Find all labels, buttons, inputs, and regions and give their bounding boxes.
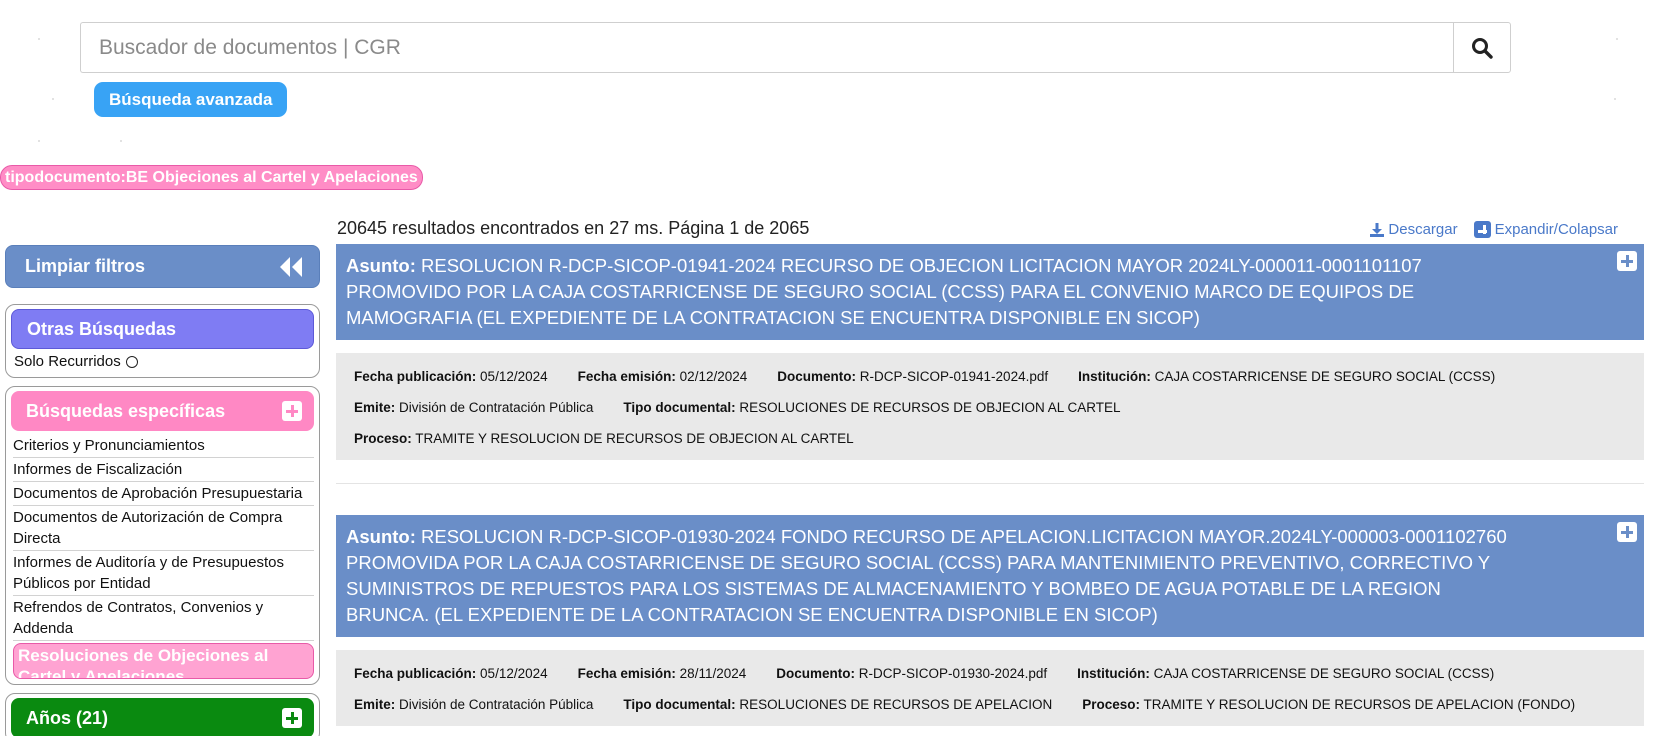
download-link[interactable]: Descargar: [1370, 221, 1458, 238]
tipo-documental: Tipo documental: RESOLUCIONES DE RECURSO…: [623, 697, 1053, 712]
plus-icon[interactable]: [1617, 251, 1637, 271]
list-item[interactable]: Informes de Auditoría y de Presupuestos …: [13, 551, 314, 596]
decor-dot: [38, 140, 40, 142]
anos-header[interactable]: Años (21): [11, 698, 314, 736]
plus-icon[interactable]: [1617, 522, 1637, 542]
busquedas-especificas-panel: Búsquedas específicas Criterios y Pronun…: [5, 386, 320, 685]
institucion: Institución: CAJA COSTARRICENSE DE SEGUR…: [1078, 369, 1496, 384]
proceso: Proceso: TRAMITE Y RESOLUCION DE RECURSO…: [1082, 697, 1576, 712]
list-item[interactable]: Criterios y Pronunciamientos: [13, 434, 314, 458]
download-icon: [1370, 222, 1385, 237]
result-card: Asunto: RESOLUCION R-DCP-SICOP-01930-202…: [336, 515, 1644, 726]
decor-dot: [52, 98, 54, 100]
documento: Documento: R-DCP-SICOP-01941-2024.pdf: [777, 369, 1049, 384]
expand-collapse-link[interactable]: Expandir/Colapsar: [1473, 221, 1618, 238]
institucion: Institución: CAJA COSTARRICENSE DE SEGUR…: [1077, 666, 1495, 681]
list-item-active[interactable]: Resoluciones de Objeciones al Cartel y A…: [13, 643, 314, 679]
download-label: Descargar: [1388, 221, 1458, 238]
advanced-search-button[interactable]: Búsqueda avanzada: [94, 82, 288, 117]
proceso: Proceso: TRAMITE Y RESOLUCION DE RECURSO…: [354, 431, 854, 446]
busquedas-especificas-title: Búsquedas específicas: [26, 400, 226, 421]
results-actions: Descargar Expandir/Colapsar: [1370, 221, 1618, 238]
asunto-text: RESOLUCION R-DCP-SICOP-01941-2024 RECURS…: [346, 255, 1422, 328]
list-item[interactable]: Informes de Fiscalización: [13, 458, 314, 482]
otras-busquedas-panel: Otras Búsquedas Solo Recurridos: [5, 304, 320, 378]
double-chevron-left-icon[interactable]: [279, 256, 303, 278]
anos-panel: Años (21): [5, 693, 320, 736]
clear-filters-button[interactable]: Limpiar filtros: [5, 245, 320, 288]
search-bar: [80, 22, 1511, 73]
decor-dot: [1616, 38, 1618, 40]
decor-dot: [120, 140, 122, 142]
busquedas-especificas-list: Criterios y Pronunciamientos Informes de…: [6, 431, 319, 679]
emite: Emite: División de Contratación Pública: [354, 697, 594, 712]
asunto-text: RESOLUCION R-DCP-SICOP-01930-2024 FONDO …: [346, 526, 1507, 625]
documento: Documento: R-DCP-SICOP-01930-2024.pdf: [776, 666, 1048, 681]
result-asunto[interactable]: Asunto: RESOLUCION R-DCP-SICOP-01941-202…: [336, 244, 1644, 340]
list-item[interactable]: Refrendos de Contratos, Convenios y Adde…: [13, 596, 314, 641]
busquedas-especificas-header[interactable]: Búsquedas específicas: [11, 391, 314, 431]
list-item[interactable]: Documentos de Aprobación Presupuestaria: [13, 482, 314, 506]
anos-title: Años (21): [26, 707, 109, 728]
plus-icon[interactable]: [282, 401, 302, 421]
fecha-publicacion: Fecha publicación: 05/12/2024: [354, 369, 548, 384]
otras-busquedas-header[interactable]: Otras Búsquedas: [11, 309, 314, 349]
asunto-label: Asunto:: [346, 255, 416, 276]
search-button[interactable]: [1453, 22, 1511, 73]
fecha-emision: Fecha emisión: 02/12/2024: [577, 369, 748, 384]
search-icon: [1472, 37, 1493, 59]
emite: Emite: División de Contratación Pública: [354, 400, 594, 415]
clear-filters-label: Limpiar filtros: [25, 256, 146, 276]
plus-icon[interactable]: [282, 708, 302, 728]
expand-collapse-label: Expandir/Colapsar: [1494, 221, 1618, 238]
decor-dot: [38, 38, 40, 40]
list-item[interactable]: Documentos de Autorización de Compra Dir…: [13, 506, 314, 551]
decor-dot: [1614, 98, 1616, 100]
tipo-documental: Tipo documental: RESOLUCIONES DE RECURSO…: [623, 400, 1121, 415]
result-card: Asunto: RESOLUCION R-DCP-SICOP-01941-202…: [336, 244, 1644, 460]
results-summary: 20645 resultados encontrados en 27 ms. P…: [337, 218, 810, 238]
fecha-publicacion: Fecha publicación: 05/12/2024: [354, 666, 548, 681]
radio-icon[interactable]: [125, 355, 138, 368]
asunto-label: Asunto:: [346, 526, 416, 547]
divider: [336, 483, 1644, 484]
result-metadata: Fecha publicación: 05/12/2024 Fecha emis…: [336, 353, 1644, 460]
plus-icon: [1473, 221, 1491, 238]
solo-recurridos-option[interactable]: Solo Recurridos: [6, 349, 319, 370]
search-input[interactable]: [80, 22, 1453, 73]
fecha-emision: Fecha emisión: 28/11/2024: [577, 666, 747, 681]
otras-busquedas-title: Otras Búsquedas: [27, 318, 177, 339]
result-asunto[interactable]: Asunto: RESOLUCION R-DCP-SICOP-01930-202…: [336, 515, 1644, 637]
active-filter-chip[interactable]: tipodocumento:BE Objeciones al Cartel y …: [0, 165, 423, 190]
solo-recurridos-label: Solo Recurridos: [14, 353, 121, 370]
result-metadata: Fecha publicación: 05/12/2024 Fecha emis…: [336, 650, 1644, 726]
